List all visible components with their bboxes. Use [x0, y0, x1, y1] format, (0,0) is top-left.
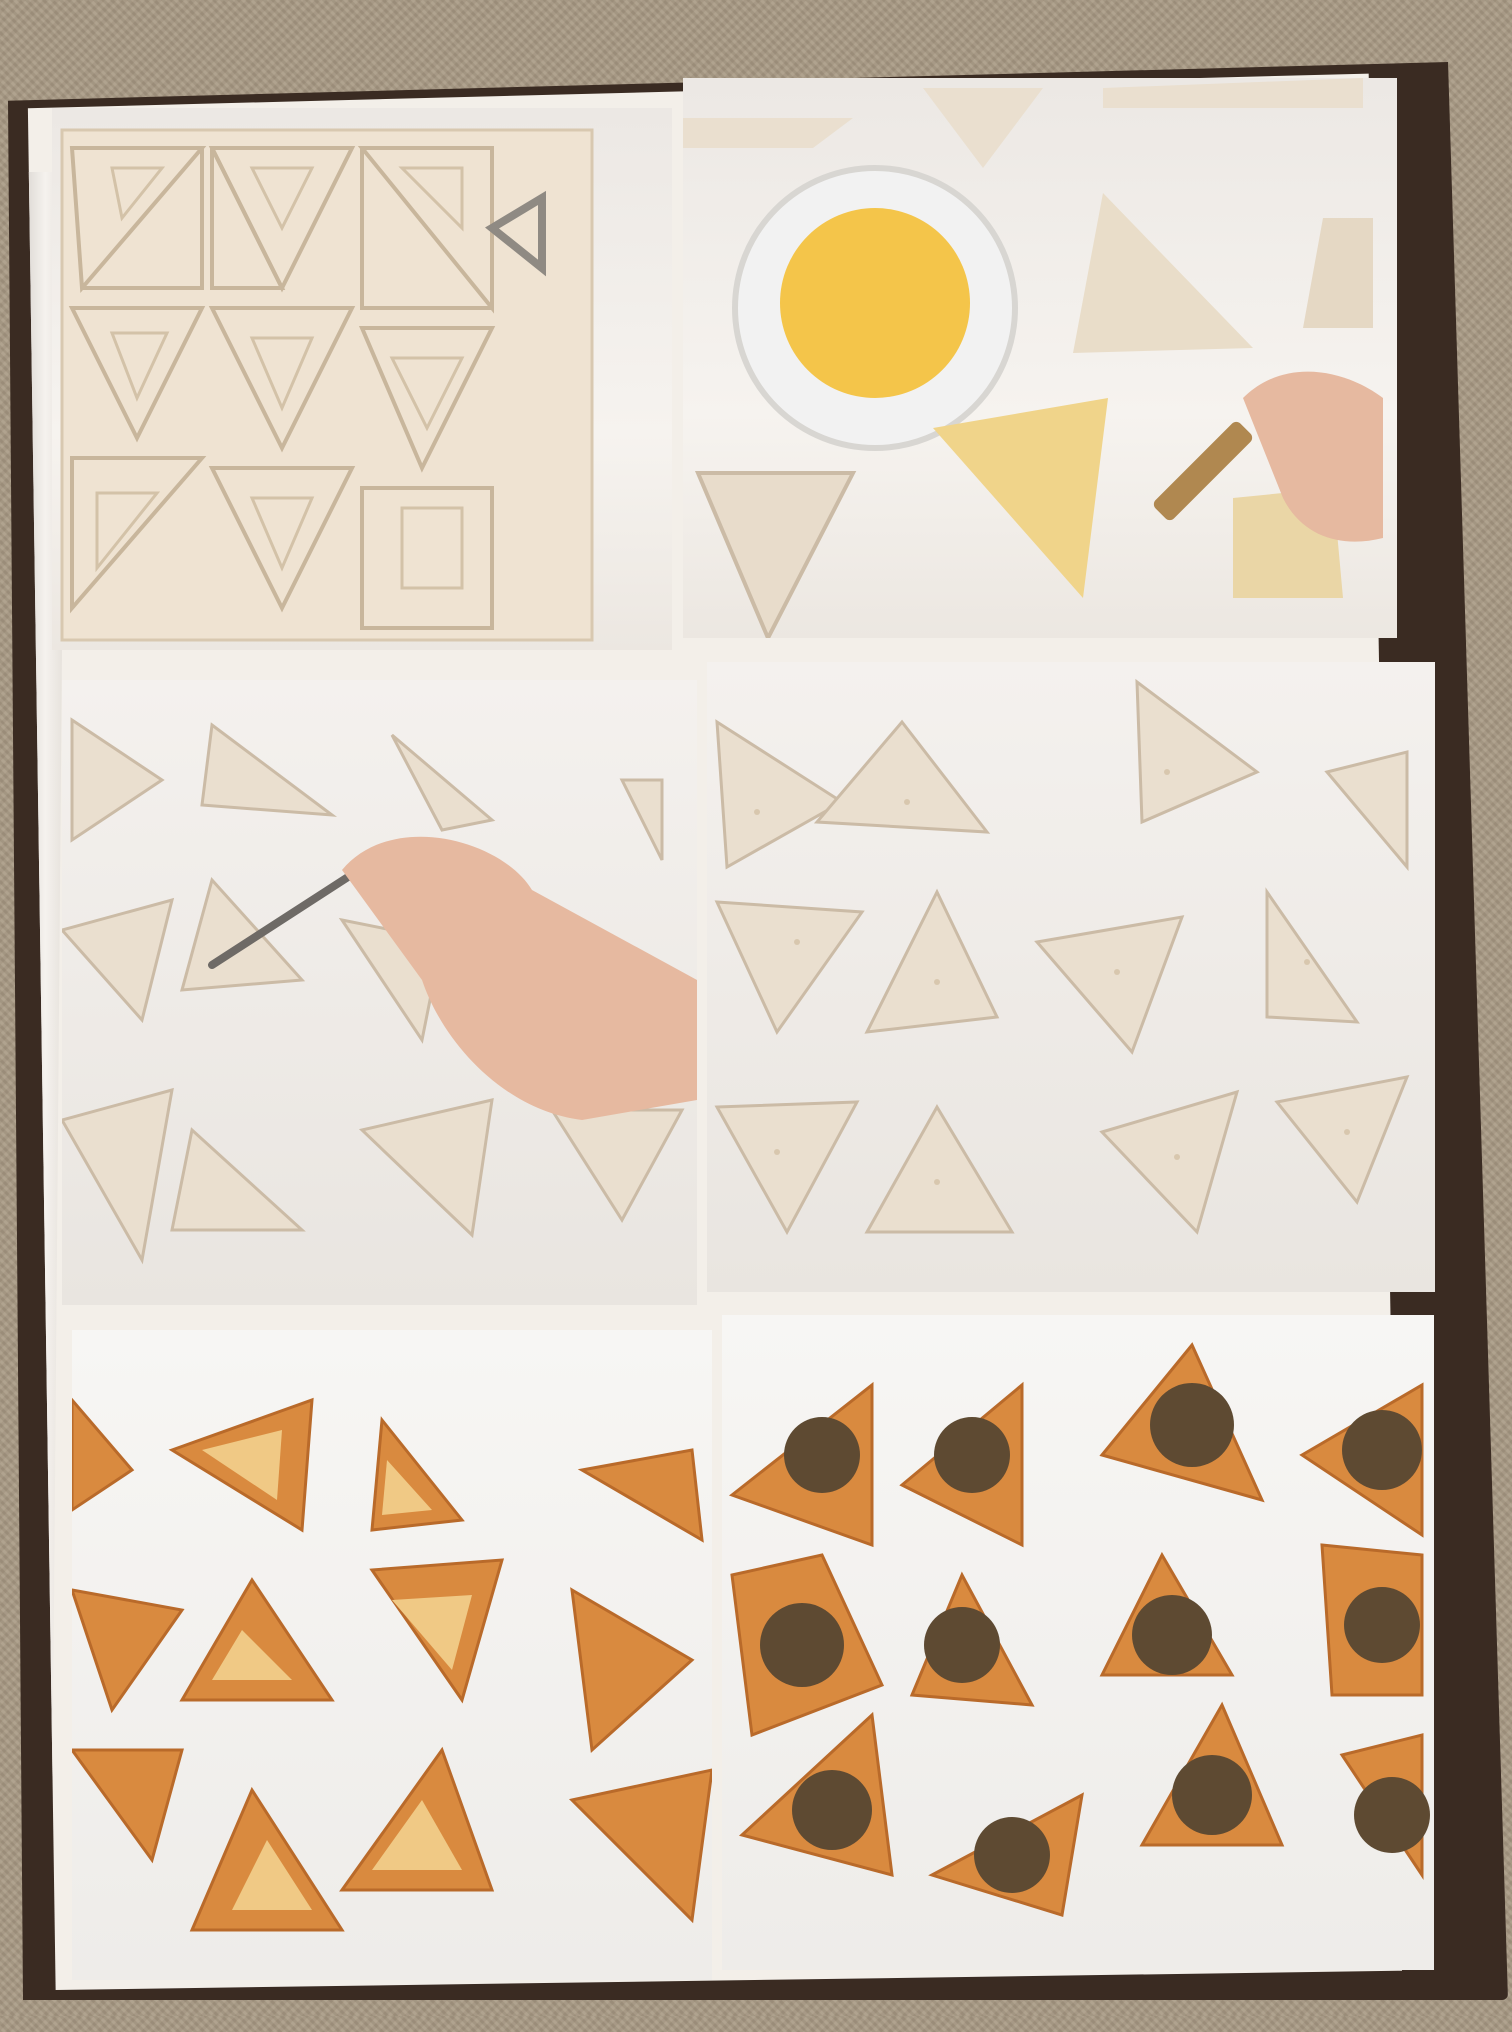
- photo-egg-wash: [683, 78, 1397, 638]
- photo-baked-shells: [72, 1330, 712, 1980]
- pricked-dough-triangles: [714, 678, 1410, 1236]
- pricked-illustration: [714, 678, 1410, 1236]
- dough-triangle: [1073, 193, 1253, 353]
- dough-triangle: [1303, 218, 1373, 328]
- egg-washed-triangle: [933, 398, 1108, 598]
- egg-wash-illustration: [683, 78, 1383, 638]
- dough-triangle: [683, 118, 853, 148]
- dough-sheet-illustration: [60, 128, 594, 642]
- photo-filled-pastries: [722, 1315, 1434, 1970]
- photo-dough-sheet-cut: [52, 108, 672, 650]
- filled-pastries-illustration: [728, 1342, 1430, 1917]
- dough-triangle-hollow: [694, 471, 857, 638]
- dough-triangle: [1103, 78, 1363, 108]
- photo-pricking-fork: [62, 680, 697, 1305]
- baked-shells-illustration: [72, 1397, 712, 1932]
- dough-triangle: [923, 88, 1043, 168]
- beaten-egg: [780, 208, 970, 398]
- photo-pricked-triangles: [707, 662, 1435, 1292]
- pricking-illustration: [62, 717, 697, 1265]
